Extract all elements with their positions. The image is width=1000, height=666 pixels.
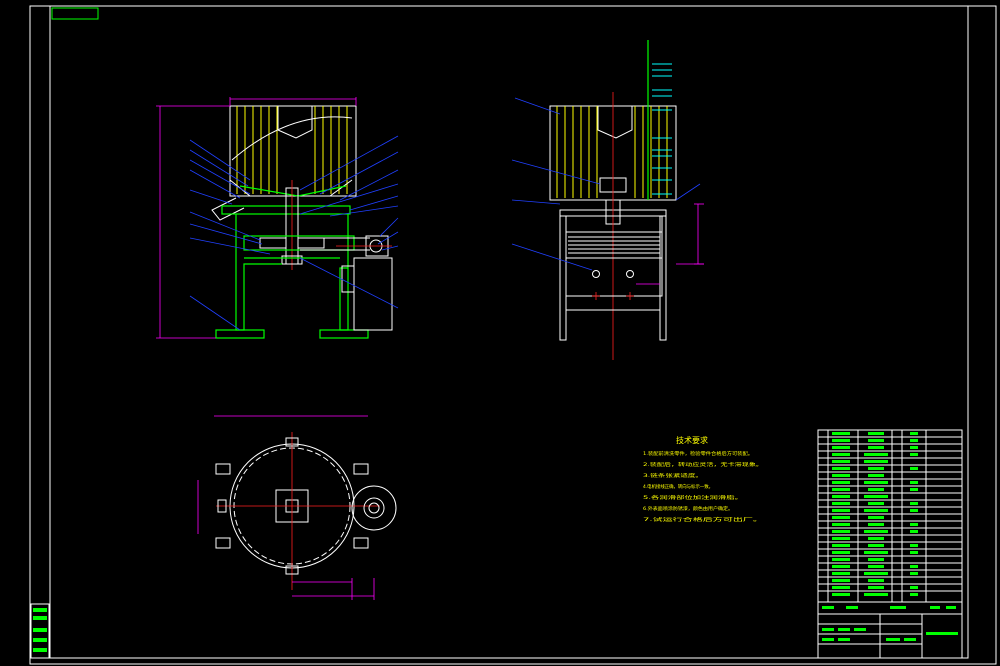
cad-drawing-sheet: 技术要求 1.装配前清洗零件，检验零件合格后方可装配。 2.装配后，转动应灵活，… [29, 5, 997, 665]
title-block [817, 601, 963, 659]
side-leg-left [559, 216, 567, 341]
front-leg-right [339, 214, 349, 331]
inner-border [49, 5, 969, 659]
tech-req-line-4: 4.电机接线正确，转向与标示一致。 [643, 483, 713, 490]
tech-req-line-3: 3.链条张紧适度。 [643, 472, 703, 479]
top-view [197, 415, 397, 600]
front-foot-right [319, 329, 369, 339]
outer-border [29, 5, 997, 665]
top-pulley [351, 485, 397, 531]
front-view [156, 97, 399, 339]
side-leg-right [659, 216, 667, 341]
tech-requirements-title: 技术要求 [676, 435, 708, 445]
tech-req-line-1: 1.装配前清洗零件，检验零件合格后方可装配。 [643, 450, 753, 457]
side-view [511, 40, 704, 360]
parts-list [817, 429, 963, 603]
tech-req-line-2: 2.装配后，转动应灵活，无卡滞现象。 [643, 461, 763, 468]
front-hopper [229, 105, 357, 197]
side-leaders [511, 97, 701, 271]
front-leg-left [235, 214, 282, 331]
side-annotation-marks [652, 63, 672, 195]
side-vent-grill [565, 231, 663, 259]
top-left-label-box [51, 7, 99, 20]
side-hopper-hatch [556, 106, 668, 198]
front-motor [353, 257, 393, 331]
tech-req-line-6: 6.外表面喷涂防锈漆，颜色由用户确定。 [643, 505, 733, 512]
tech-req-line-5: 5.各润滑部位加注润滑脂。 [643, 494, 743, 501]
left-revision-strip [30, 603, 50, 659]
tech-req-line-7: 7.试运行合格后方可出厂。 [643, 516, 763, 523]
technical-requirements: 技术要求 1.装配前清洗零件，检验零件合格后方可装配。 2.装配后，转动应灵活，… [643, 435, 763, 523]
front-foot-left [215, 329, 265, 339]
